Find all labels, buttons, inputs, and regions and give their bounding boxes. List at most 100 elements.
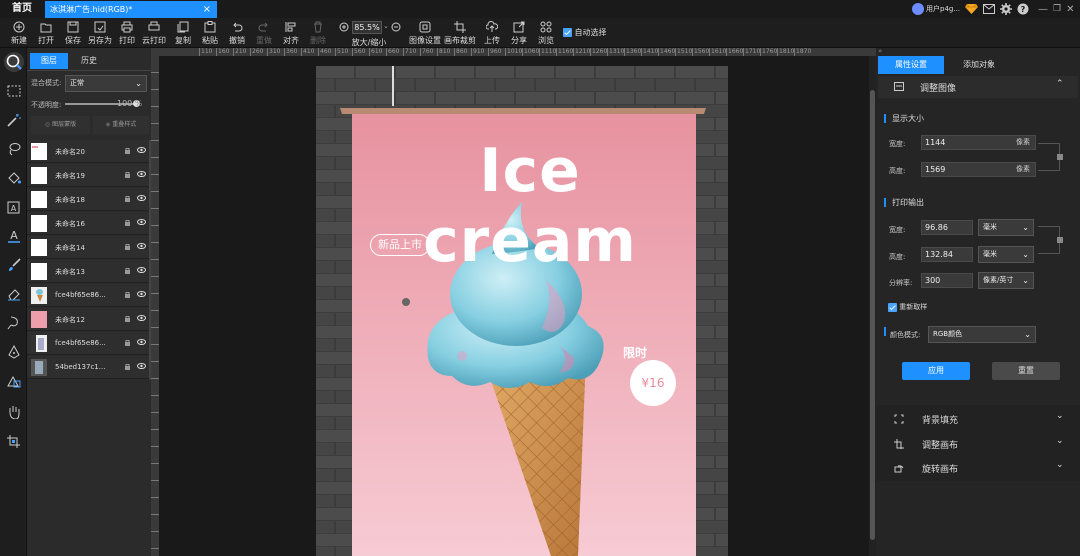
layer-row[interactable]: 未命名19: [27, 164, 149, 187]
eye-icon[interactable]: [137, 147, 146, 153]
lock-icon[interactable]: [124, 291, 131, 298]
lock-icon[interactable]: [124, 363, 131, 370]
eye-icon[interactable]: [137, 339, 146, 345]
layer-row[interactable]: 未命名18: [27, 188, 149, 211]
print-aspect-link[interactable]: [1038, 226, 1063, 254]
zoom-level-input[interactable]: 85.5%: [352, 21, 382, 34]
text-frame-tool[interactable]: A: [4, 197, 24, 217]
smart-select-tool[interactable]: [4, 52, 24, 72]
eye-icon[interactable]: [137, 291, 146, 297]
image-settings-button[interactable]: 图像设置: [409, 20, 441, 46]
poster-price-badge[interactable]: ¥16: [630, 360, 676, 406]
print-height-unit-select[interactable]: 毫米 ⌄: [978, 246, 1034, 263]
eye-icon[interactable]: [137, 315, 146, 321]
print-height-input[interactable]: 132.84: [921, 247, 973, 262]
magic-wand-tool[interactable]: [4, 110, 24, 130]
lock-icon[interactable]: [124, 243, 131, 250]
eraser-tool[interactable]: [4, 284, 24, 304]
tab-layers[interactable]: 图层: [30, 53, 68, 69]
layer-row[interactable]: 未命名12: [27, 308, 149, 331]
print-width-input[interactable]: 96.86: [921, 220, 973, 235]
tab-home[interactable]: 首页: [0, 0, 44, 18]
help-icon[interactable]: ?: [1017, 3, 1029, 15]
brush-tool[interactable]: [4, 255, 24, 275]
hand-tool[interactable]: [4, 402, 24, 422]
tab-properties[interactable]: 属性设置: [878, 56, 944, 74]
crop-tool[interactable]: [4, 432, 24, 452]
resample-checkbox[interactable]: 重新取样: [888, 302, 927, 312]
marquee-tool[interactable]: [4, 81, 24, 101]
rotate-canvas-section[interactable]: 旋转画布 ⌄: [878, 457, 1078, 479]
tab-history[interactable]: 历史: [68, 53, 110, 69]
maximize-icon[interactable]: ❐: [1053, 4, 1061, 14]
layer-mask-button[interactable]: ◎ 图层蒙版: [31, 116, 90, 134]
avatar[interactable]: [912, 3, 924, 15]
fill-icon: [894, 414, 904, 424]
paint-bucket-tool[interactable]: [4, 168, 24, 188]
lock-icon[interactable]: [124, 147, 131, 154]
zoom-in-icon[interactable]: [339, 22, 350, 33]
browse-button[interactable]: 浏览: [533, 20, 559, 46]
layer-row[interactable]: 54bed137c1...: [27, 356, 149, 379]
minimize-icon[interactable]: —: [1038, 4, 1048, 15]
apply-button[interactable]: 应用: [902, 362, 970, 380]
layer-style-button[interactable]: ◈ 重叠样式: [93, 116, 149, 134]
user-name[interactable]: 用户p4g...: [926, 4, 960, 14]
diamond-icon[interactable]: [965, 3, 979, 15]
layer-row[interactable]: fce4bf65e86...: [27, 332, 149, 355]
display-height-input[interactable]: 1569 像素: [921, 162, 1036, 177]
zoom-out-icon[interactable]: [391, 22, 402, 33]
canvas-area[interactable]: Ice cream 新品上市 限时 ¥16: [159, 56, 869, 556]
scrollbar-thumb[interactable]: [870, 90, 875, 540]
resolution-input[interactable]: 300: [921, 273, 973, 288]
opacity-value[interactable]: 100 %: [117, 99, 142, 108]
lasso-tool[interactable]: [4, 139, 24, 159]
layer-row[interactable]: 未命名13: [27, 260, 149, 283]
eye-icon[interactable]: [137, 195, 146, 201]
layer-row[interactable]: fce4bf65e86...: [27, 284, 149, 307]
lock-icon[interactable]: [124, 315, 131, 322]
blend-mode-select[interactable]: 正常 ⌄: [65, 75, 147, 92]
zoom-dropdown-icon[interactable]: ⌄: [383, 22, 389, 30]
eye-icon[interactable]: [137, 243, 146, 249]
tab-document[interactable]: 冰淇淋广告.hid(RGB)* ×: [45, 1, 217, 18]
eye-icon[interactable]: [137, 219, 146, 225]
shape-tool[interactable]: [4, 371, 24, 391]
layer-row[interactable]: 未命名14: [27, 236, 149, 259]
lock-icon[interactable]: [124, 171, 131, 178]
color-mode-select[interactable]: RGB颜色 ⌄: [928, 326, 1036, 343]
close-tab-icon[interactable]: ×: [203, 1, 211, 18]
aspect-link[interactable]: [1038, 143, 1063, 171]
poster-new-badge[interactable]: 新品上市: [370, 234, 430, 256]
display-width-input[interactable]: 1144 像素: [921, 135, 1036, 150]
lock-icon[interactable]: [124, 195, 131, 202]
settings-icon[interactable]: [1000, 3, 1013, 15]
lock-icon[interactable]: [124, 339, 131, 346]
eye-icon[interactable]: [137, 363, 146, 369]
resolution-unit-select[interactable]: 像素/英寸 ⌄: [978, 272, 1034, 289]
poster-limited-label[interactable]: 限时: [623, 344, 647, 361]
print-width-unit-select[interactable]: 毫米 ⌄: [978, 219, 1034, 236]
tab-add-object[interactable]: 添加对象: [946, 56, 1012, 74]
pen-tool[interactable]: [4, 342, 24, 362]
eye-icon[interactable]: [137, 267, 146, 273]
layer-row[interactable]: 未命名16: [27, 212, 149, 235]
text-tool[interactable]: A: [4, 226, 24, 246]
background-fill-section[interactable]: 背景填充 ⌄: [878, 408, 1078, 430]
collapse-panel-icon[interactable]: »: [878, 47, 882, 55]
auto-select-checkbox[interactable]: 自动选择: [563, 27, 607, 38]
adjust-canvas-section[interactable]: 调整画布 ⌄: [878, 433, 1078, 455]
zoom-button[interactable]: 放大/缩小: [352, 36, 387, 48]
smudge-tool[interactable]: [4, 313, 24, 333]
lock-icon[interactable]: [124, 219, 131, 226]
layer-row[interactable]: 未命名20: [27, 140, 149, 163]
delete-button[interactable]: 删除: [305, 20, 331, 46]
mail-icon[interactable]: [983, 4, 996, 14]
adjust-image-header[interactable]: 调整图像 ⌃: [878, 76, 1078, 98]
reset-button[interactable]: 重置: [992, 362, 1060, 380]
artboard[interactable]: Ice cream 新品上市 限时 ¥16: [316, 66, 728, 556]
eye-icon[interactable]: [137, 171, 146, 177]
canvas-crop-button[interactable]: 画布裁剪: [444, 20, 476, 46]
lock-icon[interactable]: [124, 267, 131, 274]
close-window-icon[interactable]: ✕: [1066, 4, 1074, 15]
